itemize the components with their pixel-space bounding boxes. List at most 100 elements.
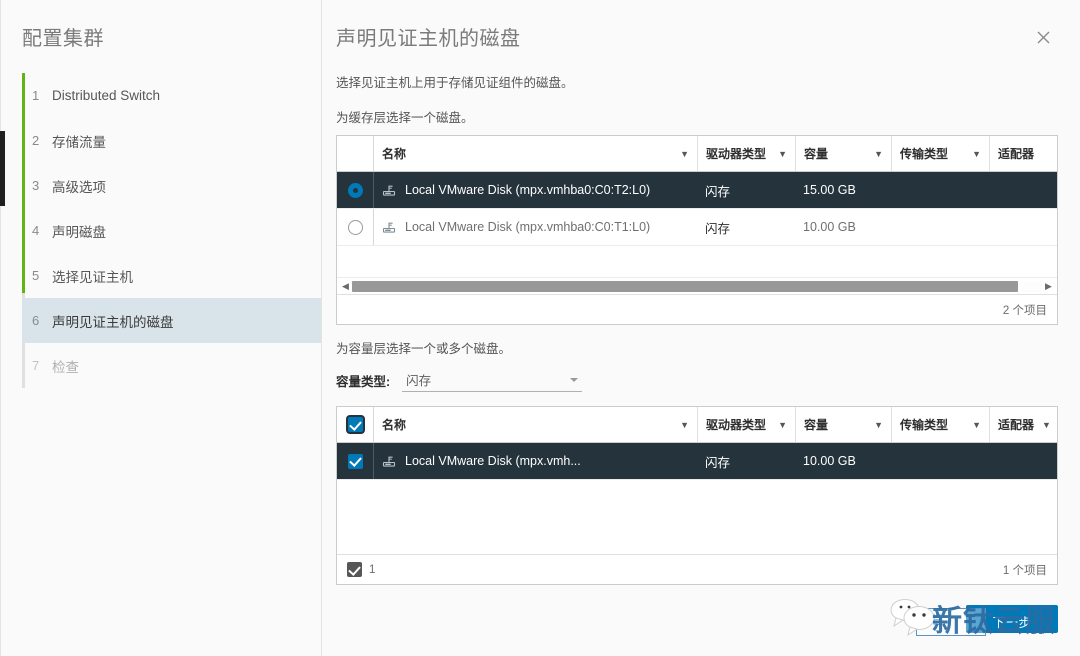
row-name-cell: Local VMware Disk (mpx.vmhba0:C0:T1:L0) bbox=[373, 209, 697, 245]
filter-icon[interactable]: ▼ bbox=[680, 149, 689, 159]
capacity-header-adapter[interactable]: 适配器 ▼ bbox=[989, 407, 1057, 442]
close-icon[interactable] bbox=[1030, 24, 1056, 50]
step-number: 4 bbox=[32, 223, 52, 238]
step-number: 2 bbox=[32, 133, 52, 148]
step-number: 6 bbox=[32, 313, 52, 328]
row-capacity: 15.00 GB bbox=[795, 172, 891, 208]
column-label: 传输类型 bbox=[900, 416, 948, 433]
cache-header-adapter[interactable]: 适配器 bbox=[989, 136, 1057, 171]
cache-disk-grid: 名称 ▼ 驱动器类型 ▼ 容量 ▼ 传输类型 ▼ 适配器 bbox=[336, 135, 1058, 325]
capacity-type-select[interactable]: 闪存 bbox=[402, 368, 582, 392]
wizard-title: 配置集群 bbox=[0, 0, 321, 51]
disk-icon bbox=[382, 454, 396, 468]
wizard-sidebar: 配置集群 1 Distributed Switch 2 存储流量 3 高级选项 … bbox=[0, 0, 322, 656]
cache-header-drive-type[interactable]: 驱动器类型 ▼ bbox=[697, 136, 795, 171]
capacity-type-value: 闪存 bbox=[406, 370, 431, 389]
row-transport bbox=[891, 172, 989, 208]
row-transport bbox=[891, 209, 989, 245]
table-row[interactable]: Local VMware Disk (mpx.vmh... 闪存 10.00 G… bbox=[337, 443, 1057, 480]
page-title: 声明见证主机的磁盘 bbox=[336, 20, 521, 51]
step-number: 3 bbox=[32, 178, 52, 193]
next-button[interactable]: 下一步 bbox=[966, 605, 1058, 633]
filter-icon[interactable]: ▼ bbox=[778, 149, 787, 159]
chevron-right-icon[interactable]: ▶ bbox=[1042, 282, 1055, 291]
column-label: 名称 bbox=[382, 145, 406, 162]
column-label: 容量 bbox=[804, 145, 828, 162]
sidebar-item-claim-disks[interactable]: 4 声明磁盘 bbox=[22, 208, 321, 253]
radio-button-selected[interactable] bbox=[348, 183, 363, 198]
disk-icon bbox=[382, 220, 396, 234]
filter-icon[interactable]: ▼ bbox=[1042, 420, 1051, 430]
row-name-cell: Local VMware Disk (mpx.vmh... bbox=[373, 443, 697, 479]
dialog-footer: 取消 下一步 bbox=[902, 603, 1058, 634]
capacity-header-name[interactable]: 名称 ▼ bbox=[373, 407, 697, 442]
column-label: 适配器 bbox=[998, 416, 1034, 433]
sidebar-item-select-witness-host[interactable]: 5 选择见证主机 bbox=[22, 253, 321, 298]
capacity-item-count: 1 个项目 bbox=[1003, 562, 1047, 578]
cache-header-capacity[interactable]: 容量 ▼ bbox=[795, 136, 891, 171]
table-row[interactable]: Local VMware Disk (mpx.vmhba0:C0:T2:L0) … bbox=[337, 172, 1057, 209]
step-label: 声明磁盘 bbox=[52, 221, 106, 241]
step-label: 高级选项 bbox=[52, 176, 106, 196]
capacity-footer-selection: 1 bbox=[347, 562, 375, 577]
cancel-button[interactable]: 取消 bbox=[902, 603, 956, 634]
sidebar-item-claim-witness-host-disks[interactable]: 6 声明见证主机的磁盘 bbox=[22, 298, 321, 343]
capacity-type-label: 容量类型: bbox=[336, 371, 390, 390]
step-number: 7 bbox=[32, 358, 52, 373]
capacity-header-select-all[interactable] bbox=[337, 407, 373, 442]
sidebar-item-storage-traffic[interactable]: 2 存储流量 bbox=[22, 118, 321, 163]
cache-grid-hscrollbar[interactable]: ◀ ▶ bbox=[337, 277, 1057, 294]
cache-header-transport[interactable]: 传输类型 ▼ bbox=[891, 136, 989, 171]
cache-grid-footer: 2 个项目 bbox=[337, 294, 1057, 324]
row-capacity: 10.00 GB bbox=[795, 443, 891, 479]
step-label: 检查 bbox=[52, 356, 79, 376]
cache-grid-header: 名称 ▼ 驱动器类型 ▼ 容量 ▼ 传输类型 ▼ 适配器 bbox=[337, 136, 1057, 172]
chevron-down-icon[interactable] bbox=[570, 378, 578, 382]
step-label: 声明见证主机的磁盘 bbox=[52, 311, 174, 331]
filter-icon[interactable]: ▼ bbox=[680, 420, 689, 430]
row-checkbox-cell[interactable] bbox=[337, 443, 373, 479]
column-label: 名称 bbox=[382, 416, 406, 433]
filter-icon[interactable]: ▼ bbox=[874, 149, 883, 159]
scroll-track[interactable] bbox=[352, 281, 1042, 292]
table-row[interactable]: Local VMware Disk (mpx.vmhba0:C0:T1:L0) … bbox=[337, 209, 1057, 246]
column-label: 容量 bbox=[804, 416, 828, 433]
chevron-left-icon[interactable]: ◀ bbox=[339, 282, 352, 291]
step-label: 存储流量 bbox=[52, 131, 106, 151]
disk-icon bbox=[382, 183, 396, 197]
row-checkbox-checked[interactable] bbox=[348, 454, 363, 469]
footer-selection-checkbox[interactable] bbox=[347, 562, 362, 577]
dialog-content: 声明见证主机的磁盘 选择见证主机上用于存储见证组件的磁盘。 为缓存层选择一个磁盘… bbox=[322, 0, 1080, 656]
radio-button[interactable] bbox=[348, 220, 363, 235]
cache-item-count: 2 个项目 bbox=[1003, 302, 1047, 318]
capture-edge-line bbox=[0, 0, 1, 656]
step-label: Distributed Switch bbox=[52, 88, 160, 103]
disk-name: Local VMware Disk (mpx.vmhba0:C0:T1:L0) bbox=[405, 220, 650, 234]
filter-icon[interactable]: ▼ bbox=[778, 420, 787, 430]
column-label: 适配器 bbox=[998, 145, 1034, 162]
filter-icon[interactable]: ▼ bbox=[972, 149, 981, 159]
capacity-header-capacity[interactable]: 容量 ▼ bbox=[795, 407, 891, 442]
select-all-checkbox[interactable] bbox=[348, 417, 363, 432]
capacity-header-transport[interactable]: 传输类型 ▼ bbox=[891, 407, 989, 442]
filter-icon[interactable]: ▼ bbox=[972, 420, 981, 430]
sidebar-item-advanced-options[interactable]: 3 高级选项 bbox=[22, 163, 321, 208]
capacity-header-drive-type[interactable]: 驱动器类型 ▼ bbox=[697, 407, 795, 442]
row-adapter bbox=[989, 209, 1057, 245]
row-radio-cell[interactable] bbox=[337, 209, 373, 245]
sidebar-item-distributed-switch[interactable]: 1 Distributed Switch bbox=[22, 73, 321, 118]
column-label: 传输类型 bbox=[900, 145, 948, 162]
step-number: 5 bbox=[32, 268, 52, 283]
cache-tier-prompt: 为缓存层选择一个磁盘。 bbox=[336, 107, 1058, 126]
filter-icon[interactable]: ▼ bbox=[874, 420, 883, 430]
column-label: 驱动器类型 bbox=[706, 416, 766, 433]
cache-header-name[interactable]: 名称 ▼ bbox=[373, 136, 697, 171]
row-transport bbox=[891, 443, 989, 479]
cache-grid-empty-space bbox=[337, 246, 1057, 277]
capacity-grid-header: 名称 ▼ 驱动器类型 ▼ 容量 ▼ 传输类型 ▼ 适配器 ▼ bbox=[337, 407, 1057, 443]
step-number: 1 bbox=[32, 88, 52, 103]
step-label: 选择见证主机 bbox=[52, 266, 133, 286]
capacity-disk-grid: 名称 ▼ 驱动器类型 ▼ 容量 ▼ 传输类型 ▼ 适配器 ▼ bbox=[336, 406, 1058, 585]
row-radio-cell[interactable] bbox=[337, 172, 373, 208]
scroll-thumb[interactable] bbox=[352, 281, 1018, 292]
